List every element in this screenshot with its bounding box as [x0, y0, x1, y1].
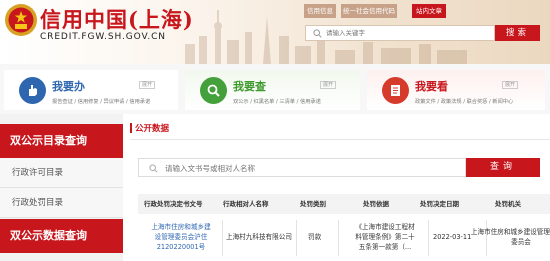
top-link-articles[interactable]: 站内文章: [412, 4, 446, 18]
top-link-credit-code[interactable]: 统一社会信用代码: [341, 4, 397, 18]
cell-doc-no-line2[interactable]: 设管理委员会沪住: [140, 232, 222, 242]
card-wo-yao-cha[interactable]: 我要查 展开 双公示 / 红黑名单 / 三清单 / 信用承诺: [185, 70, 360, 110]
column-header-date: 处罚决定日期: [420, 200, 459, 208]
service-cards: 我要办 展开 报告查证 / 信用修复 / 异议申请 / 信用承诺 我要查 展开 …: [0, 64, 550, 114]
section-marker: [130, 123, 132, 133]
section-title: 公开数据: [135, 124, 170, 134]
card-kan-expand[interactable]: 展开: [502, 81, 519, 89]
cell-doc-no-line3[interactable]: 2120220001号: [140, 242, 222, 252]
site-header: 信用中国(上海) CREDIT.FGW.SH.GOV.CN 信用信息 统一社会信…: [0, 0, 550, 64]
column-header-authority: 处罚机关: [495, 200, 521, 208]
cell-doc-no-line1[interactable]: 上海市住房和城乡建: [140, 222, 222, 232]
cell-category: 罚款: [308, 233, 322, 241]
query-button[interactable]: 查询: [466, 158, 540, 177]
column-divider: [338, 220, 339, 256]
card-ban-sub: 报告查证 / 信用修复 / 异议申请 / 信用承诺: [52, 99, 151, 105]
sidebar-item-license-directory[interactable]: 行政许可目录: [0, 158, 123, 188]
sidebar: 双公示目录查询 行政许可目录 行政处罚目录 双公示数据查询: [0, 114, 123, 261]
column-divider: [222, 220, 223, 256]
column-header-doc-no: 行政处罚决定书文号: [144, 200, 203, 208]
card-cha-expand[interactable]: 展开: [320, 81, 337, 89]
site-url: CREDIT.FGW.SH.GOV.CN: [40, 32, 166, 42]
card-ban-circle: [19, 77, 46, 104]
query-input[interactable]: [165, 162, 455, 174]
table-row[interactable]: 上海市住房和城乡建 设管理委员会沪住 2120220001号 上海村九科技有限公…: [138, 214, 550, 261]
card-cha-sub: 双公示 / 红黑名单 / 三清单 / 信用承诺: [233, 99, 321, 105]
main-content: 公开数据 查询 行政处罚决定书文号 行政相对人名称 处罚类别 处罚依据 处罚决定…: [130, 114, 550, 261]
card-cha-title: 我要查: [233, 80, 266, 93]
document-icon: [391, 85, 400, 96]
national-emblem-icon: [5, 4, 37, 36]
table-header: 行政处罚决定书文号 行政相对人名称 处罚类别 处罚依据 处罚决定日期 处罚机关: [138, 194, 550, 214]
query-box: [138, 158, 466, 177]
column-header-category: 处罚类别: [300, 200, 326, 208]
site-search-button[interactable]: 搜索: [495, 25, 540, 41]
cell-authority-line2: 委员会: [511, 238, 531, 246]
site-search-box: [305, 25, 495, 41]
sidebar-heading-directory[interactable]: 双公示目录查询: [0, 124, 123, 158]
card-kan-sub: 政策文件 / 政策法规 / 联合奖惩 / 新闻中心: [415, 99, 514, 105]
card-ban-title: 我要办: [52, 80, 85, 93]
hand-icon: [29, 85, 37, 96]
column-divider: [296, 220, 297, 256]
cell-basis-line3: 五条第一款第（...: [358, 243, 412, 251]
search-icon: [149, 164, 158, 173]
site-title[interactable]: 信用中国(上海): [40, 4, 194, 34]
sidebar-item-penalty-directory[interactable]: 行政处罚目录: [0, 188, 123, 218]
card-cha-circle: [200, 77, 227, 104]
cell-authority: 上海市住房和城乡建设管理 委员会: [452, 227, 550, 247]
card-wo-yao-kan[interactable]: 我要看 展开 政策文件 / 政策法规 / 联合奖惩 / 新闻中心: [367, 70, 545, 110]
card-kan-circle: [382, 77, 409, 104]
card-wo-yao-ban[interactable]: 我要办 展开 报告查证 / 信用修复 / 异议申请 / 信用承诺: [4, 70, 178, 110]
top-link-credit-info[interactable]: 信用信息: [304, 4, 336, 18]
card-kan-title: 我要看: [415, 80, 448, 93]
column-divider: [428, 220, 429, 256]
column-header-basis: 处罚依据: [363, 200, 389, 208]
cell-basis-line2: 料管理条例》第二十: [355, 233, 415, 241]
column-header-party: 行政相对人名称: [223, 200, 269, 208]
search-icon: [313, 29, 322, 38]
card-ban-expand[interactable]: 展开: [139, 81, 156, 89]
site-search-input[interactable]: [326, 27, 491, 39]
magnifier-icon: [207, 84, 220, 97]
cell-doc-no[interactable]: 上海市住房和城乡建 设管理委员会沪住 2120220001号: [140, 222, 222, 252]
cell-party: 上海村九科技有限公司: [226, 233, 292, 241]
cell-basis: 《上海市建设工程材 料管理条例》第二十 五条第一款第（...: [346, 222, 424, 252]
cell-basis-line1: 《上海市建设工程材: [355, 223, 415, 231]
section-divider: [130, 139, 550, 140]
sidebar-heading-data-query[interactable]: 双公示数据查询: [0, 219, 123, 253]
cell-authority-line1: 上海市住房和城乡建设管理: [470, 228, 550, 236]
